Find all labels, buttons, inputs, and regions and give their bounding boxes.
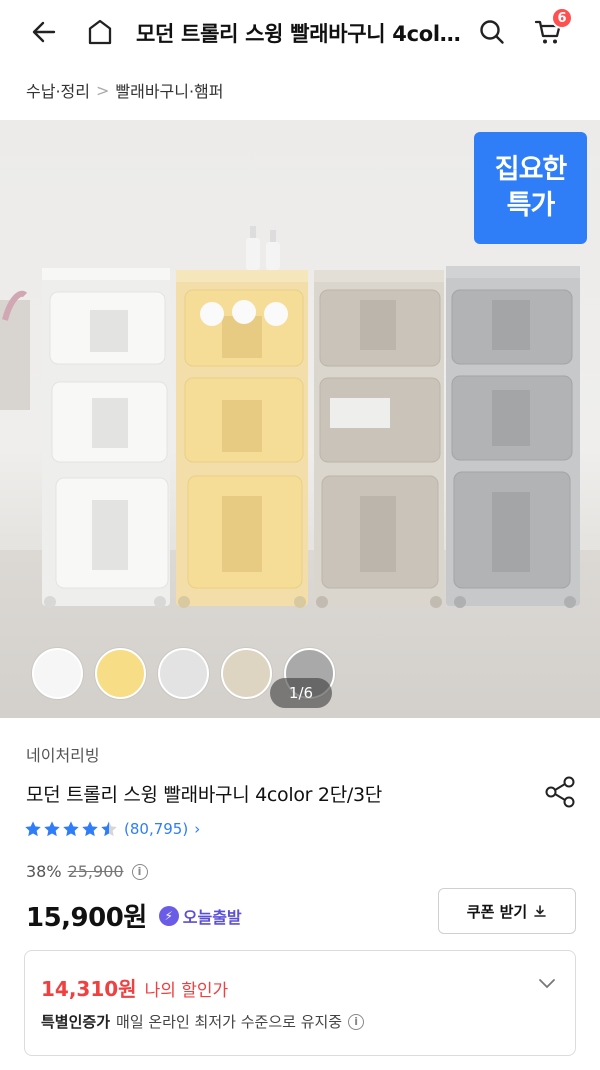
my-discount-price-row: 14,310원 나의 할인가 bbox=[41, 973, 228, 1002]
discount-rate: 38% bbox=[26, 862, 62, 881]
star-icon bbox=[63, 821, 79, 837]
cart-button[interactable]: 6 bbox=[528, 7, 573, 52]
special-price-note: 특별인증가 매일 온라인 최저가 수준으로 유지중 i bbox=[41, 1011, 365, 1032]
price-row: 15,900원 ⚡ 오늘출발 bbox=[26, 897, 242, 934]
chevron-right-icon: › bbox=[194, 820, 201, 838]
color-swatch-yellow[interactable] bbox=[95, 648, 146, 699]
search-icon bbox=[480, 20, 504, 44]
get-coupon-button[interactable]: 쿠폰 받기 bbox=[438, 888, 576, 934]
today-delivery-badge: ⚡ 오늘출발 bbox=[158, 904, 242, 928]
lightning-icon: ⚡ bbox=[158, 905, 179, 926]
promo-badge-line1: 집요한 bbox=[494, 154, 568, 185]
special-price-text: 매일 온라인 최저가 수준으로 유지중 bbox=[116, 1013, 343, 1031]
star-icon bbox=[44, 821, 60, 837]
home-icon bbox=[88, 19, 112, 45]
share-button[interactable] bbox=[540, 772, 580, 812]
half-star-icon bbox=[101, 821, 117, 837]
home-button[interactable] bbox=[80, 12, 120, 52]
discount-row: 38% 25,900 i bbox=[26, 862, 148, 881]
product-image[interactable]: 집요한 특가 1/6 bbox=[0, 120, 600, 718]
image-page-counter: 1/6 bbox=[270, 678, 332, 708]
breadcrumb-item-storage[interactable]: 수납·정리 bbox=[26, 78, 90, 102]
breadcrumb-item-laundry-basket[interactable]: 빨래바구니·햄퍼 bbox=[115, 78, 223, 102]
star-rating bbox=[24, 820, 118, 838]
share-icon bbox=[545, 776, 575, 808]
cart-count-badge: 6 bbox=[551, 7, 573, 29]
product-title: 모던 트롤리 스윙 빨래바구니 4color 2단/3단 bbox=[26, 784, 382, 806]
star-icon bbox=[82, 821, 98, 837]
back-button[interactable] bbox=[24, 12, 64, 52]
star-icon bbox=[25, 821, 41, 837]
my-discount-label: 나의 할인가 bbox=[144, 981, 229, 1001]
page-title: 모던 트롤리 스윙 빨래바구니 4colo... bbox=[136, 22, 466, 46]
color-swatch-beige[interactable] bbox=[221, 648, 272, 699]
arrow-left-icon bbox=[32, 21, 56, 43]
color-swatch-light-gray[interactable] bbox=[158, 648, 209, 699]
color-swatch-white[interactable] bbox=[32, 648, 83, 699]
special-deal-badge: 집요한 특가 bbox=[474, 132, 587, 244]
brand-name[interactable]: 네이처리빙 bbox=[26, 742, 100, 766]
original-price: 25,900 bbox=[67, 862, 124, 881]
my-discount-panel[interactable]: 14,310원 나의 할인가 특별인증가 매일 온라인 최저가 수준으로 유지중… bbox=[24, 950, 576, 1056]
info-icon[interactable]: i bbox=[131, 863, 148, 880]
special-price-label: 특별인증가 bbox=[41, 1013, 111, 1031]
info-icon[interactable]: i bbox=[348, 1013, 365, 1030]
rating-row[interactable]: (80,795) › bbox=[24, 820, 200, 838]
chevron-down-icon[interactable] bbox=[537, 973, 557, 993]
delivery-label: 오늘출발 bbox=[182, 907, 242, 927]
breadcrumb: 수납·정리 > 빨래바구니·햄퍼 bbox=[26, 78, 224, 102]
breadcrumb-separator: > bbox=[95, 80, 110, 100]
sale-price: 15,900원 bbox=[26, 903, 147, 933]
coupon-label: 쿠폰 받기 bbox=[466, 902, 528, 921]
review-count: (80,795) bbox=[124, 820, 189, 838]
top-navigation: 모던 트롤리 스윙 빨래바구니 4colo... 6 bbox=[0, 0, 600, 62]
my-discount-price: 14,310원 bbox=[41, 977, 137, 1001]
search-button[interactable] bbox=[472, 12, 512, 52]
promo-badge-line2: 특가 bbox=[506, 190, 556, 221]
download-icon bbox=[534, 905, 547, 917]
